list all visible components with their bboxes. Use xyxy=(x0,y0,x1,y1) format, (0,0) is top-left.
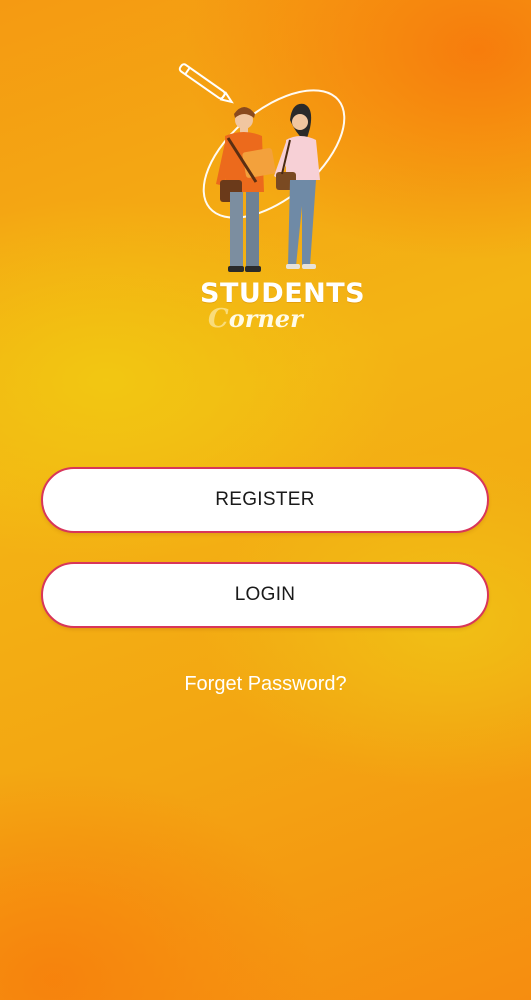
register-button[interactable]: REGISTER xyxy=(41,467,489,533)
app-logo: STUDENTS Corner xyxy=(170,56,365,336)
pen-icon xyxy=(178,63,234,104)
boy-figure xyxy=(216,107,276,272)
register-button-label: REGISTER xyxy=(215,489,315,510)
brand-subtitle-initial: C xyxy=(208,304,229,334)
login-button-label: LOGIN xyxy=(234,584,296,605)
brand-subtitle-rest: orner xyxy=(228,304,303,333)
login-button[interactable]: LOGIN xyxy=(41,562,489,628)
forgot-password-link[interactable]: Forget Password? xyxy=(0,673,531,696)
students-illustration xyxy=(178,63,346,272)
girl-figure xyxy=(274,103,320,269)
brand-subtitle: Corner xyxy=(208,304,303,334)
